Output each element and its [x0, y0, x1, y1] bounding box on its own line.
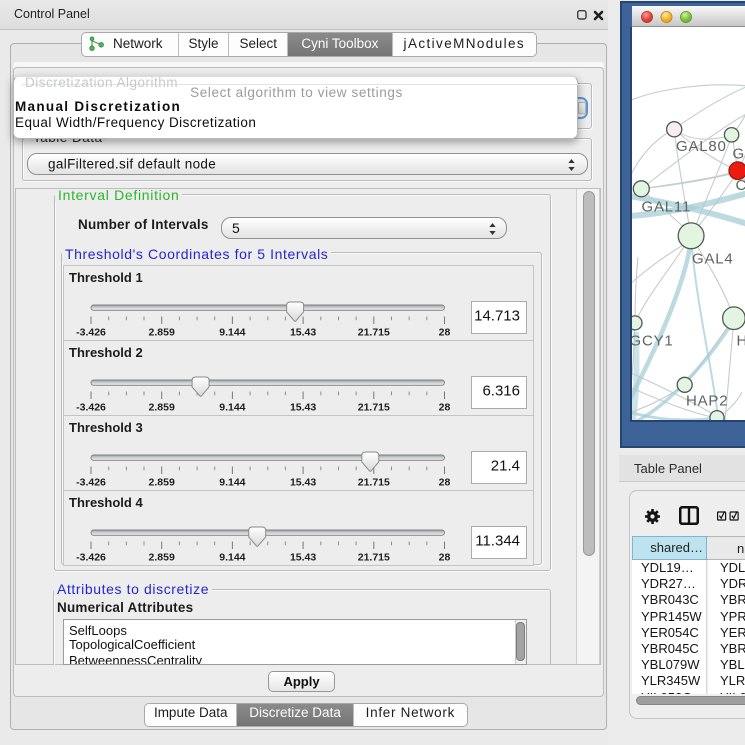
svg-text:28: 28 [439, 402, 451, 414]
svg-text:21.715: 21.715 [358, 477, 390, 489]
svg-text:GAL4: GAL4 [692, 251, 734, 268]
svg-text:15.43: 15.43 [290, 402, 316, 414]
svg-text:GAL11: GAL11 [642, 199, 692, 216]
svg-text:21.715: 21.715 [358, 327, 390, 339]
svg-text:GCY1: GCY1 [632, 333, 674, 350]
svg-text:21.715: 21.715 [358, 552, 390, 564]
svg-text:H: H [737, 333, 745, 350]
svg-text:-3.426: -3.426 [76, 477, 106, 489]
svg-text:C: C [736, 177, 745, 194]
svg-text:2.859: 2.859 [149, 402, 175, 414]
svg-text:-3.426: -3.426 [76, 552, 106, 564]
svg-text:21.715: 21.715 [358, 402, 390, 414]
svg-text:15.43: 15.43 [290, 552, 316, 564]
svg-text:2.859: 2.859 [149, 477, 175, 489]
svg-text:-3.426: -3.426 [76, 327, 106, 339]
svg-text:15.43: 15.43 [290, 477, 316, 489]
svg-text:-3.426: -3.426 [76, 402, 106, 414]
svg-text:28: 28 [439, 477, 451, 489]
svg-text:9.144: 9.144 [219, 477, 245, 489]
svg-text:9.144: 9.144 [219, 552, 245, 564]
svg-text:9.144: 9.144 [219, 402, 245, 414]
svg-text:GAL80: GAL80 [676, 138, 727, 155]
svg-text:9.144: 9.144 [219, 327, 245, 339]
svg-text:HAP2: HAP2 [686, 393, 728, 410]
svg-text:28: 28 [439, 552, 451, 564]
svg-text:2.859: 2.859 [149, 552, 175, 564]
svg-text:2.859: 2.859 [149, 327, 175, 339]
svg-text:28: 28 [439, 327, 451, 339]
svg-text:15.43: 15.43 [290, 327, 316, 339]
svg-text:GA: GA [733, 146, 745, 163]
